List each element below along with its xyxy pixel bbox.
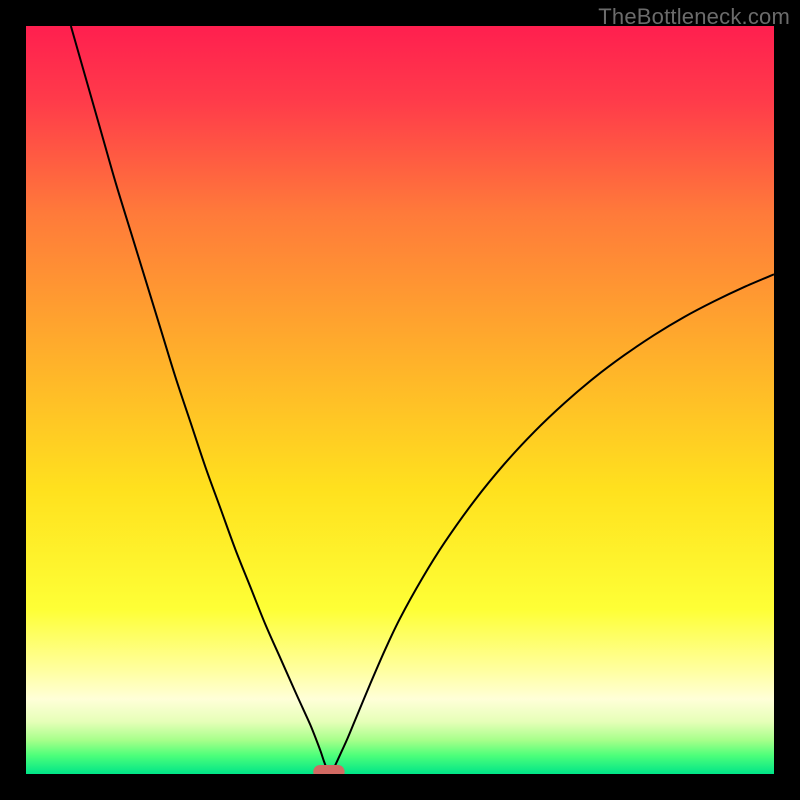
vertex-marker — [313, 765, 344, 774]
chart-svg — [26, 26, 774, 774]
gradient-backdrop — [26, 26, 774, 774]
watermark-text: TheBottleneck.com — [598, 4, 790, 30]
outer-frame: TheBottleneck.com — [0, 0, 800, 800]
plot-area — [26, 26, 774, 774]
